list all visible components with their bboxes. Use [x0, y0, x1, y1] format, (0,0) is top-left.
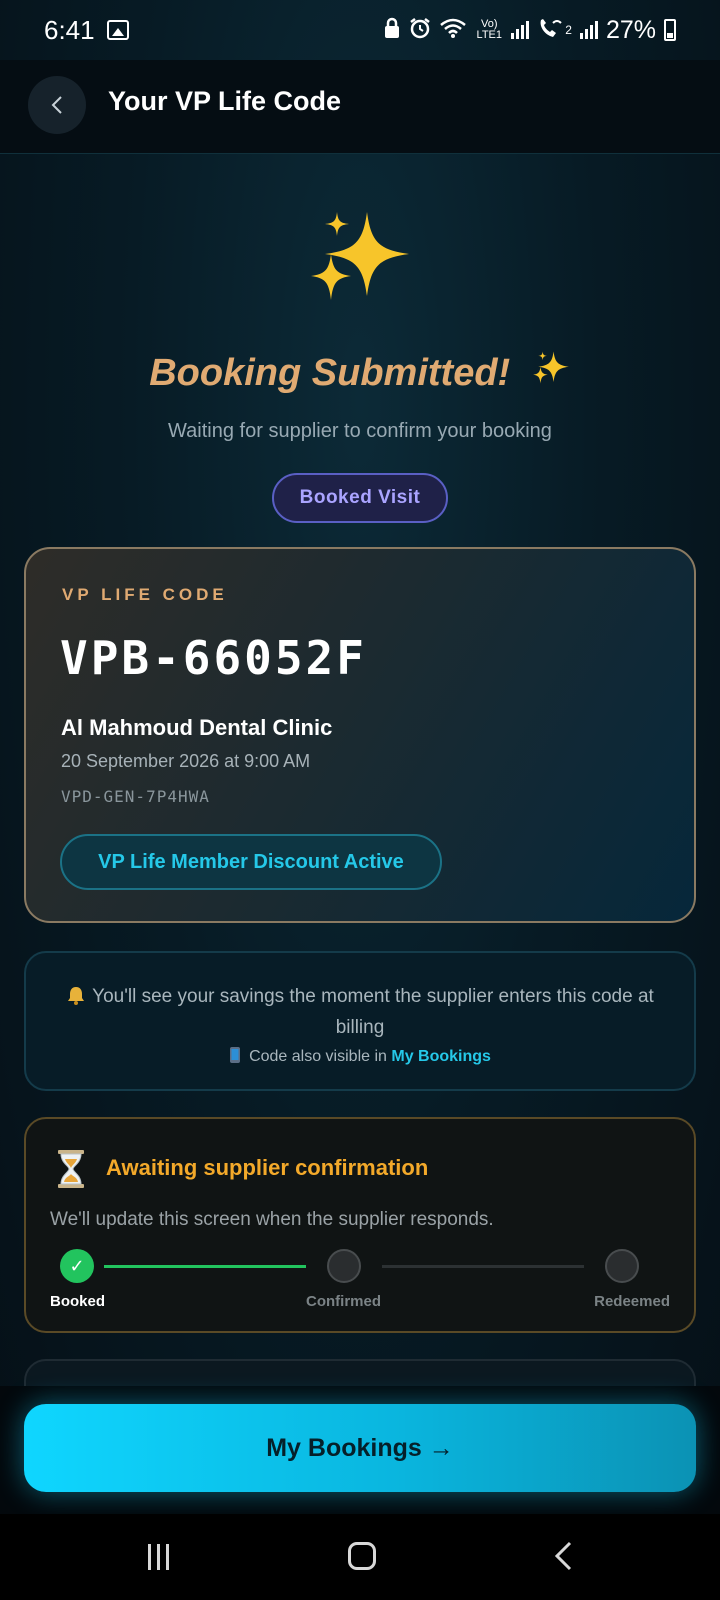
success-title: Booking Submitted! [0, 350, 720, 400]
step-connector-pending [382, 1265, 584, 1268]
signal-2-icon [579, 21, 598, 39]
booking-progress-stepper: ✓ Booked Confirmed Redeemed [50, 1249, 670, 1310]
my-bookings-link[interactable]: My Bookings [391, 1048, 491, 1065]
clinic-name: Al Mahmoud Dental Clinic [61, 715, 333, 740]
battery-icon [664, 19, 676, 41]
chevron-left-icon [51, 96, 62, 114]
step-confirmed-dot [327, 1249, 361, 1283]
success-subtitle: Waiting for supplier to confirm your boo… [168, 420, 552, 442]
awaiting-confirmation-card: Awaiting supplier confirmation We'll upd… [24, 1117, 696, 1333]
wifi-calling-icon [537, 17, 563, 44]
system-nav-bar [0, 1514, 720, 1600]
my-bookings-button[interactable]: My Bookings → [24, 1404, 696, 1492]
lock-icon [383, 17, 401, 44]
status-time: 6:41 [44, 14, 95, 45]
bookings-hint-prefix: Code also visible in [249, 1048, 387, 1065]
app-screen: 6:41 Vo) LTE1 2 27% Your VP Life Code Bo… [0, 0, 720, 1600]
step-booked-check-icon: ✓ [60, 1249, 94, 1283]
status-bar: 6:41 Vo) LTE1 2 27% [0, 0, 720, 60]
network-type-label: Vo) LTE1 [476, 18, 502, 41]
system-back-button[interactable] [552, 1540, 574, 1572]
battery-percent: 27% [605, 15, 656, 44]
step-label-booked: Booked [50, 1293, 106, 1310]
savings-message: You'll see your savings the moment the s… [56, 981, 664, 1043]
bookings-hint: Code also visible in My Bookings [26, 1046, 694, 1066]
life-code-card: VP LIFE CODE VPB-66052F Al Mahmoud Denta… [24, 547, 696, 923]
step-label-confirmed: Confirmed [306, 1293, 381, 1310]
page-title: Your VP Life Code [108, 86, 342, 116]
step-redeemed-dot [605, 1249, 639, 1283]
reference-code: VPD-GEN-7P4HWA [61, 787, 210, 806]
visit-date: 20 September 2026 at 9:00 AM [61, 751, 311, 771]
hourglass-icon [58, 1150, 84, 1188]
life-code-value[interactable]: VPB-66052F [60, 631, 367, 685]
sim2-label: 2 [565, 23, 572, 37]
wifi-icon [439, 17, 467, 44]
discount-active-badge: VP Life Member Discount Active [60, 834, 442, 890]
code-label: VP LIFE CODE [62, 585, 228, 604]
sparkles-icon [311, 212, 409, 300]
home-button[interactable] [348, 1542, 376, 1570]
recent-apps-button[interactable] [148, 1544, 174, 1570]
bell-icon [68, 987, 85, 1005]
awaiting-message: We'll update this screen when the suppli… [50, 1209, 494, 1230]
step-label-redeemed: Redeemed [594, 1293, 670, 1310]
sparkles-emoji-icon [531, 350, 571, 400]
gallery-notification-icon [106, 20, 129, 40]
alarm-icon [409, 17, 431, 44]
step-connector-complete [104, 1265, 306, 1268]
status-icons: Vo) LTE1 2 27% [383, 16, 676, 45]
back-button[interactable] [28, 76, 86, 134]
phone-icon [230, 1047, 241, 1063]
success-title-text: Booking Submitted! [149, 352, 511, 395]
savings-info-box: You'll see your savings the moment the s… [24, 951, 696, 1091]
booking-status-badge: Booked Visit [272, 473, 448, 523]
top-app-bar: Your VP Life Code [0, 60, 720, 154]
awaiting-title: Awaiting supplier confirmation [106, 1155, 429, 1180]
savings-message-text: You'll see your savings the moment the s… [92, 986, 654, 1038]
signal-icon [511, 21, 530, 39]
